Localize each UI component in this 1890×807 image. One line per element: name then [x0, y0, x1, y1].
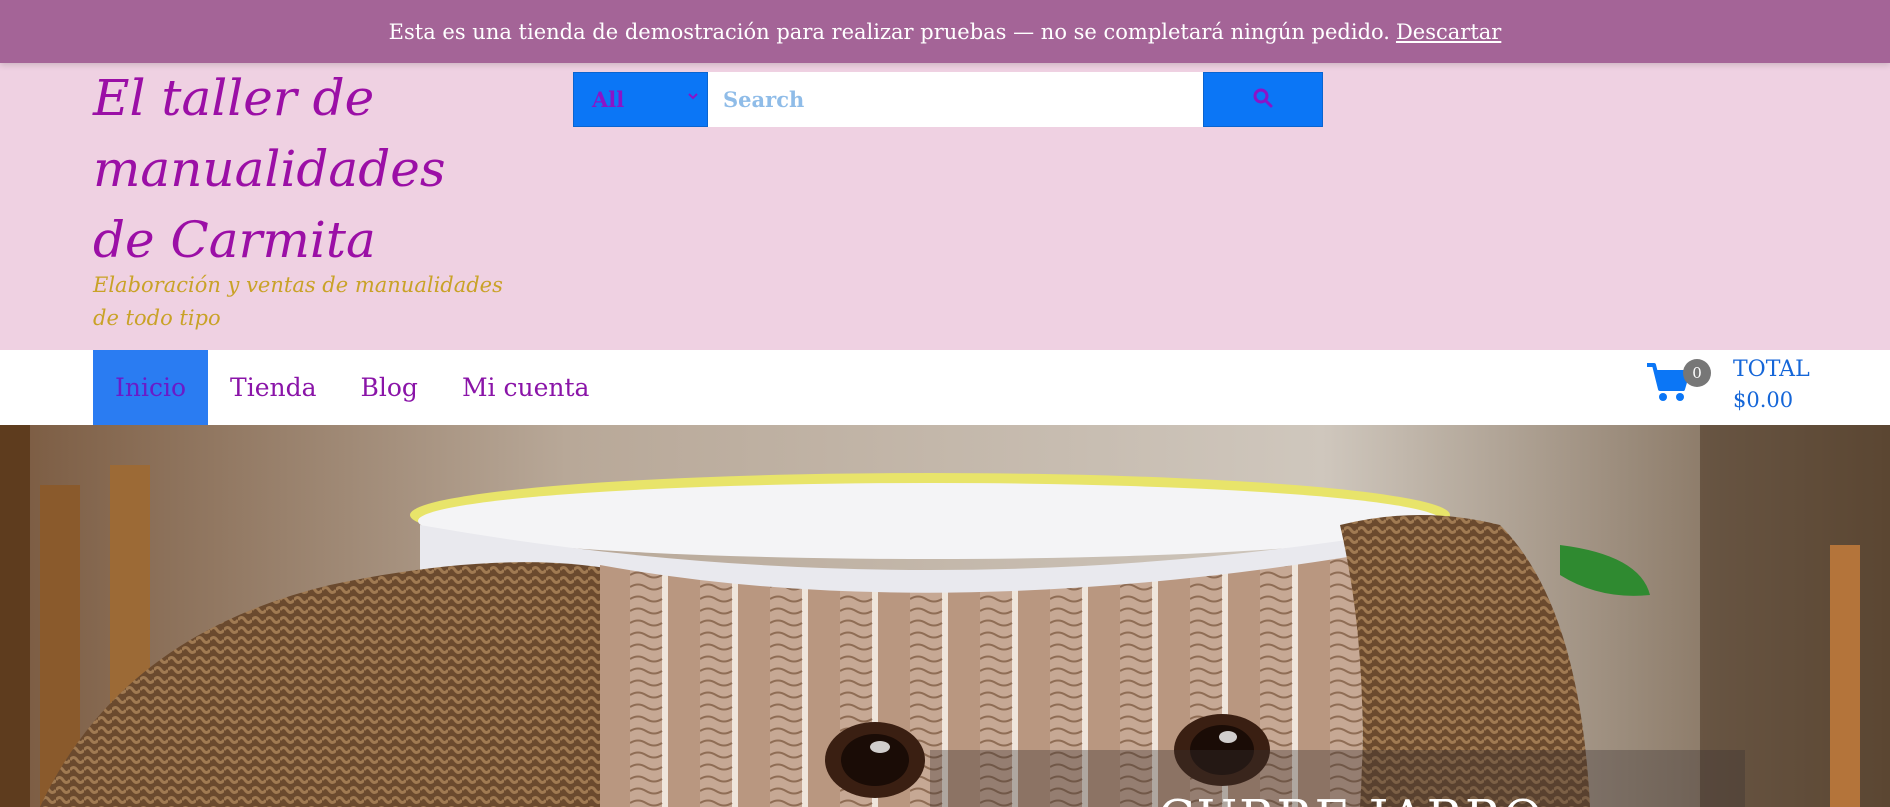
site-header: El taller de manualidades de Carmita Ela… — [0, 63, 1890, 350]
cart-total-label: TOTAL — [1733, 357, 1810, 382]
search-input[interactable] — [708, 72, 1203, 127]
site-title-line: de Carmita — [93, 211, 376, 269]
nav-item-blog[interactable]: Blog — [339, 350, 440, 425]
cart-count-badge: 0 — [1683, 359, 1711, 387]
nav-item-inicio[interactable]: Inicio — [93, 350, 209, 425]
hero-slider[interactable]: CUBRE JARRO — [0, 425, 1890, 807]
search-button[interactable] — [1203, 72, 1323, 127]
site-tagline-line: de todo tipo — [93, 306, 221, 330]
site-title-line: manualidades — [93, 140, 446, 198]
hero-slide-title: CUBRE JARRO — [1158, 790, 1544, 807]
cart-total-value: $0.00 — [1733, 388, 1794, 412]
site-tagline: Elaboración y ventas de manualidades de … — [93, 269, 513, 335]
chevron-down-icon — [687, 88, 699, 106]
site-title[interactable]: El taller de manualidades de Carmita — [93, 63, 473, 276]
dismiss-notice-link[interactable]: Descartar — [1396, 20, 1501, 44]
nav-item-tienda[interactable]: Tienda — [208, 350, 338, 425]
mini-cart[interactable]: 0 TOTAL $0.00 — [1645, 357, 1825, 417]
site-title-line: El taller de — [93, 69, 375, 127]
hero-image — [0, 425, 1890, 807]
search-icon — [1252, 87, 1274, 113]
nav-item-mi-cuenta[interactable]: Mi cuenta — [440, 350, 612, 425]
site-tagline-line: Elaboración y ventas de manualidades — [93, 273, 503, 297]
search-category-value: All — [592, 87, 625, 112]
search-category-select[interactable]: All — [573, 72, 708, 127]
demo-notice-text: Esta es una tienda de demostración para … — [388, 19, 1390, 44]
product-search-form: All — [573, 72, 1323, 127]
primary-navigation: Inicio Tienda Blog Mi cuenta — [0, 350, 1890, 425]
demo-store-notice: Esta es una tienda de demostración para … — [0, 0, 1890, 63]
